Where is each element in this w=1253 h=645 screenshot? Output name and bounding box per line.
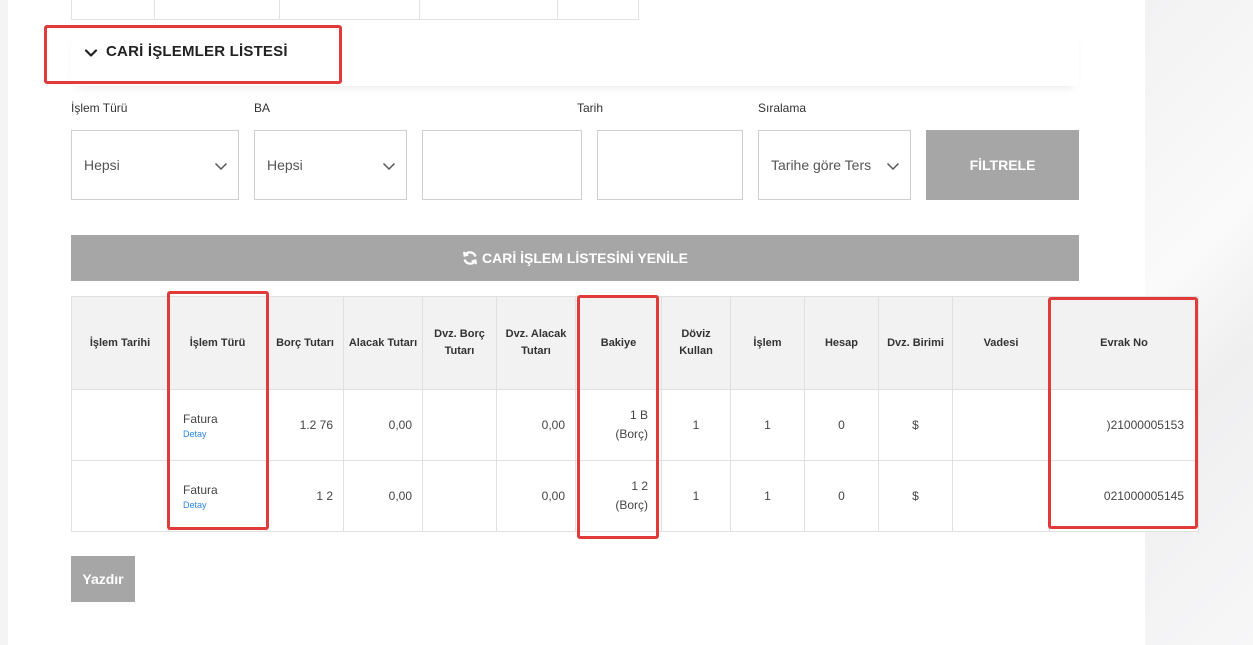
header-doviz-kullan[interactable]: Döviz Kullan xyxy=(661,296,731,390)
cell-evrak-no: )21000005153 xyxy=(1049,389,1199,461)
bakiye-amount: 1 2 xyxy=(631,479,648,493)
cell-dvz-alacak: 0,00 xyxy=(496,460,576,532)
cell-dvz-borc xyxy=(422,389,497,461)
cari-islemler-table: İşlem Tarihi İşlem Türü Borç Tutarı Alac… xyxy=(71,296,1199,532)
bakiye-amount: 1 B xyxy=(629,408,648,422)
islem-turu-text: Fatura xyxy=(183,482,218,497)
refresh-icon xyxy=(463,251,478,265)
refresh-list-button[interactable]: CARİ İŞLEM LİSTESİNİ YENİLE xyxy=(71,235,1079,281)
islem-turu-label: İşlem Türü xyxy=(71,101,128,115)
cell-hesap: 0 xyxy=(804,460,879,532)
chevron-down-icon xyxy=(382,162,396,171)
siralama-value: Tarihe göre Ters xyxy=(771,157,872,173)
cell-bakiye: 1 2 (Borç) xyxy=(575,460,662,532)
cell-vadesi xyxy=(952,389,1050,461)
cell-vadesi xyxy=(952,460,1050,532)
bakiye-suffix: (Borç) xyxy=(615,427,648,441)
header-hesap[interactable]: Hesap xyxy=(804,296,879,390)
header-islem-turu[interactable]: İşlem Türü xyxy=(168,296,267,390)
table-header-row: İşlem Tarihi İşlem Türü Borç Tutarı Alac… xyxy=(71,296,1199,390)
cell-islem-turu: Fatura Detay xyxy=(168,389,267,461)
cell-islem-tarihi xyxy=(71,389,169,461)
cell-dvz-borc xyxy=(422,460,497,532)
siralama-select[interactable]: Tarihe göre Ters xyxy=(758,130,911,200)
header-dvz-alacak-tutari[interactable]: Dvz. Alacak Tutarı xyxy=(496,296,576,390)
cell-islem-tarihi xyxy=(71,460,169,532)
detay-link[interactable]: Detay xyxy=(183,429,266,439)
tarih-input[interactable] xyxy=(597,130,743,200)
previous-table-stub xyxy=(71,0,639,20)
header-evrak-no[interactable]: Evrak No xyxy=(1049,296,1199,390)
cell-dvz-alacak: 0,00 xyxy=(496,389,576,461)
cell-dvz-birimi: $ xyxy=(878,389,953,461)
bakiye-suffix: (Borç) xyxy=(615,498,648,512)
siralama-label: Sıralama xyxy=(758,101,807,115)
header-dvz-borc-tutari[interactable]: Dvz. Borç Tutarı xyxy=(422,296,497,390)
islem-turu-select[interactable]: Hepsi xyxy=(71,130,239,200)
cell-borc: 1.2 76 xyxy=(266,389,344,461)
tarih-start-input[interactable] xyxy=(422,130,582,200)
header-bakiye[interactable]: Bakiye xyxy=(575,296,662,390)
ba-label: BA xyxy=(254,101,271,115)
refresh-label: CARİ İŞLEM LİSTESİNİ YENİLE xyxy=(482,250,688,266)
header-vadesi[interactable]: Vadesi xyxy=(952,296,1050,390)
chevron-down-icon xyxy=(886,162,900,171)
chevron-down-icon xyxy=(84,49,98,57)
cell-islem-turu: Fatura Detay xyxy=(168,460,267,532)
section-header[interactable]: CARİ İŞLEMLER LİSTESİ xyxy=(71,28,1079,86)
islem-turu-value: Hepsi xyxy=(84,157,120,173)
cell-dvz-birimi: $ xyxy=(878,460,953,532)
section-title: CARİ İŞLEMLER LİSTESİ xyxy=(106,43,288,60)
cell-borc: 1 2 xyxy=(266,460,344,532)
cell-hesap: 0 xyxy=(804,389,879,461)
ba-value: Hepsi xyxy=(267,157,303,173)
table-row: Fatura Detay 1.2 76 0,00 0,00 1 B (Borç)… xyxy=(71,389,1199,461)
filter-button[interactable]: FİLTRELE xyxy=(926,130,1079,200)
header-borc-tutari[interactable]: Borç Tutarı xyxy=(266,296,344,390)
table-row: Fatura Detay 1 2 0,00 0,00 1 2 (Borç) 1 … xyxy=(71,460,1199,532)
islem-turu-text: Fatura xyxy=(183,411,218,426)
header-alacak-tutari[interactable]: Alacak Tutarı xyxy=(343,296,423,390)
cell-islem: 1 xyxy=(730,389,805,461)
tarih-label: Tarih xyxy=(577,101,604,115)
cell-bakiye: 1 B (Borç) xyxy=(575,389,662,461)
cell-alacak: 0,00 xyxy=(343,389,423,461)
detay-link[interactable]: Detay xyxy=(183,500,266,510)
ba-select[interactable]: Hepsi xyxy=(254,130,407,200)
print-button[interactable]: Yazdır xyxy=(71,556,135,602)
cell-doviz-kullan: 1 xyxy=(661,460,731,532)
header-islem[interactable]: İşlem xyxy=(730,296,805,390)
cell-alacak: 0,00 xyxy=(343,460,423,532)
header-dvz-birimi[interactable]: Dvz. Birimi xyxy=(878,296,953,390)
chevron-down-icon xyxy=(214,162,228,171)
header-islem-tarihi[interactable]: İşlem Tarihi xyxy=(71,296,169,390)
cell-doviz-kullan: 1 xyxy=(661,389,731,461)
cell-evrak-no: 021000005145 xyxy=(1049,460,1199,532)
cell-islem: 1 xyxy=(730,460,805,532)
